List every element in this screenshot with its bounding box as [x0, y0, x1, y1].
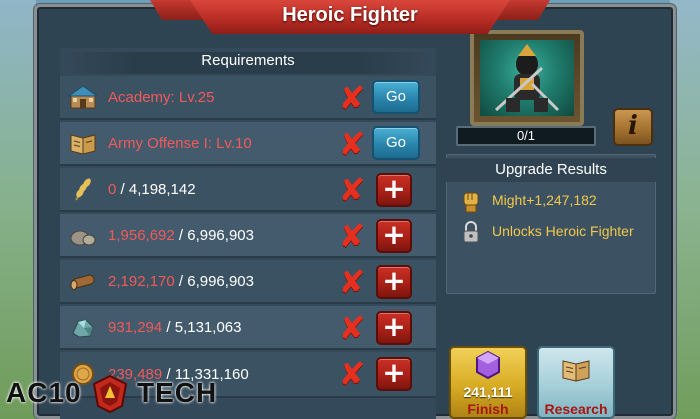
requirement-amount: 0 / 4,198,142 — [108, 181, 196, 198]
unmet-x-icon: ✘ — [338, 79, 366, 117]
requirement-amount: 1,956,692 / 6,996,903 — [108, 227, 254, 244]
finish-label: Finish — [467, 401, 509, 417]
add-ore-button[interactable]: + — [376, 311, 412, 345]
current-amount: 2,192,170 — [108, 272, 175, 290]
required-amount: / 6,996,903 — [174, 272, 254, 290]
unmet-x-icon: ✘ — [338, 217, 366, 255]
watermark-right-text: TECH — [137, 377, 218, 408]
book-icon — [66, 128, 100, 158]
wheat-icon — [66, 174, 100, 204]
requirement-row-ore: 931,294 / 5,131,063 ✘ + — [60, 306, 436, 350]
background-left — [0, 0, 36, 419]
unmet-x-icon: ✘ — [338, 125, 366, 163]
unmet-x-icon: ✘ — [338, 355, 366, 393]
research-level-progress: 0/1 — [456, 126, 596, 146]
lock-icon — [460, 220, 482, 244]
heroic-fighter-image — [480, 40, 574, 116]
upgrade-results-header: Upgrade Results — [446, 158, 656, 182]
unmet-x-icon: ✘ — [338, 263, 366, 301]
requirement-amount: 2,192,170 / 6,996,903 — [108, 273, 254, 290]
requirement-row-army-offense: Army Offense I: Lv.10 ✘ Go — [60, 122, 436, 166]
requirement-row-stone: 1,956,692 / 6,996,903 ✘ + — [60, 214, 436, 258]
requirements-header: Requirements — [60, 52, 436, 74]
requirement-text: Academy: Lv.25 — [108, 88, 215, 106]
current-amount: 1,956,692 — [108, 226, 175, 244]
go-academy-button[interactable]: Go — [372, 80, 420, 114]
requirement-row-food: 0 / 4,198,142 ✘ + — [60, 168, 436, 212]
research-portrait — [470, 30, 584, 126]
wood-icon — [66, 266, 100, 296]
requirement-row-academy: Academy: Lv.25 ✘ Go — [60, 76, 436, 120]
required-amount: / 4,198,142 — [116, 180, 196, 198]
requirement-text: Army Offense I: Lv.10 — [108, 134, 252, 152]
add-stone-button[interactable]: + — [376, 219, 412, 253]
watermark-logo — [88, 372, 132, 416]
unmet-x-icon: ✘ — [338, 309, 366, 347]
requirement-amount: 931,294 / 5,131,063 — [108, 319, 241, 336]
gem-icon — [474, 350, 502, 380]
fist-icon — [460, 190, 482, 214]
research-label: Research — [544, 401, 608, 417]
go-army-offense-button[interactable]: Go — [372, 126, 420, 160]
required-amount: / 6,996,903 — [174, 226, 254, 244]
requirement-row-wood: 2,192,170 / 6,996,903 ✘ + — [60, 260, 436, 304]
window-title: Heroic Fighter — [282, 4, 418, 26]
add-gold-button[interactable]: + — [376, 357, 412, 391]
info-button[interactable]: i — [613, 108, 653, 146]
stone-icon — [66, 220, 100, 250]
required-amount: / 5,131,063 — [162, 318, 242, 336]
unmet-x-icon: ✘ — [338, 171, 366, 209]
current-amount: 931,294 — [108, 318, 163, 336]
might-result: Might+1,247,182 — [492, 192, 597, 208]
add-wood-button[interactable]: + — [376, 265, 412, 299]
finish-gem-cost: 241,111 — [463, 384, 513, 400]
watermark-left-text: AC10 — [6, 377, 82, 408]
add-food-button[interactable]: + — [376, 173, 412, 207]
unlock-result: Unlocks Heroic Fighter — [492, 223, 634, 239]
book-icon — [560, 354, 592, 384]
academy-icon — [66, 82, 100, 112]
ore-icon — [66, 312, 100, 342]
